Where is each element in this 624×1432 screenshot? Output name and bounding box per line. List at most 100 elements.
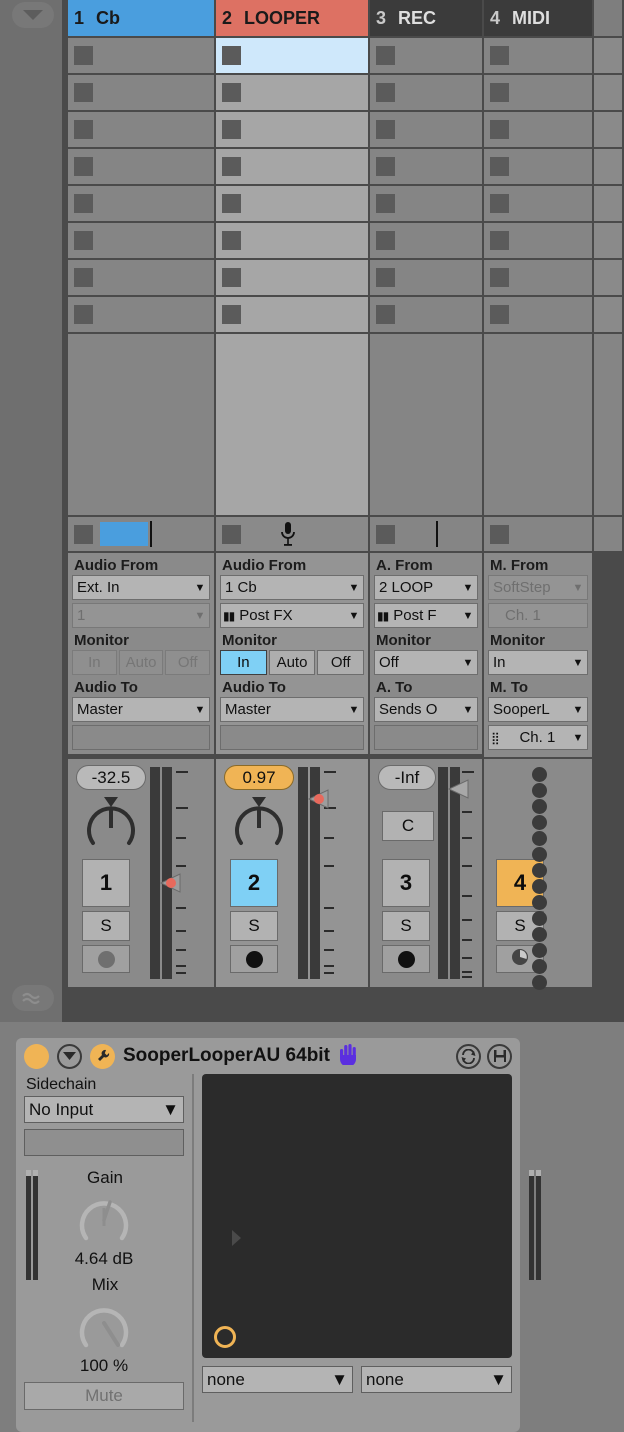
arm-button-3[interactable] bbox=[382, 945, 430, 973]
send-knob-dot[interactable] bbox=[532, 943, 547, 958]
monitor-off-button[interactable]: Off bbox=[317, 650, 365, 675]
clip-slot[interactable] bbox=[484, 186, 592, 221]
volume-display-3[interactable]: -Inf bbox=[378, 765, 436, 790]
monitor-in-button[interactable]: In bbox=[72, 650, 117, 675]
track-activator-3[interactable]: 3 bbox=[382, 859, 430, 907]
pan-knob-1[interactable] bbox=[82, 795, 140, 853]
stop-clip-button[interactable] bbox=[376, 525, 395, 544]
clip-slot[interactable] bbox=[68, 186, 214, 221]
clip-launch-button[interactable] bbox=[376, 157, 395, 176]
output-channel-chooser[interactable] bbox=[220, 725, 364, 750]
input-type-chooser[interactable]: Ext. In ▼ bbox=[72, 575, 210, 600]
clip-launch-button[interactable] bbox=[74, 157, 93, 176]
monitor-auto-button[interactable]: Auto bbox=[268, 650, 316, 675]
input-channel-chooser[interactable]: ▮▮ Post F ▼ bbox=[374, 603, 478, 628]
send-knob-dot[interactable] bbox=[532, 847, 547, 862]
clip-slot[interactable] bbox=[68, 75, 214, 110]
monitor-in-button[interactable]: In bbox=[220, 650, 267, 675]
send-knob-dot[interactable] bbox=[532, 815, 547, 830]
clip-launch-button[interactable] bbox=[74, 194, 93, 213]
clip-slot[interactable] bbox=[370, 186, 482, 221]
screen-dropdown-right[interactable]: none ▼ bbox=[361, 1366, 512, 1393]
fader-handle-2[interactable] bbox=[306, 789, 330, 814]
send-knob-dot[interactable] bbox=[532, 959, 547, 974]
fader-handle-3[interactable] bbox=[446, 779, 470, 804]
clip-slot[interactable] bbox=[594, 75, 622, 110]
sidechain-dropdown[interactable]: No Input ▼ bbox=[24, 1096, 184, 1123]
volume-fader-2[interactable] bbox=[307, 767, 340, 979]
volume-fader-3[interactable] bbox=[447, 767, 478, 979]
clip-slot[interactable] bbox=[484, 223, 592, 258]
clip-slot[interactable] bbox=[484, 297, 592, 332]
clip-slot[interactable] bbox=[68, 297, 214, 332]
clip-slot[interactable] bbox=[594, 260, 622, 295]
clip-slot[interactable] bbox=[484, 112, 592, 147]
monitor-dropdown[interactable]: In ▼ bbox=[488, 650, 588, 675]
stop-clip-button[interactable] bbox=[490, 525, 509, 544]
gain-knob[interactable] bbox=[76, 1192, 132, 1248]
send-knob-dot[interactable] bbox=[532, 799, 547, 814]
input-channel-chooser[interactable]: ▮▮ Post FX ▼ bbox=[220, 603, 364, 628]
clip-slot[interactable] bbox=[216, 186, 368, 221]
arm-button-1[interactable] bbox=[82, 945, 130, 973]
clip-launch-button[interactable] bbox=[74, 231, 93, 250]
wrench-icon[interactable] bbox=[90, 1043, 115, 1069]
send-knob-dot[interactable] bbox=[532, 911, 547, 926]
clip-launch-button[interactable] bbox=[376, 83, 395, 102]
save-preset-icon[interactable] bbox=[487, 1043, 512, 1069]
clip-slot[interactable] bbox=[370, 112, 482, 147]
clip-slot[interactable] bbox=[68, 112, 214, 147]
clip-launch-button[interactable] bbox=[222, 231, 241, 250]
clip-launch-button[interactable] bbox=[74, 46, 93, 65]
clip-launch-button[interactable] bbox=[222, 46, 241, 65]
clip-slot[interactable] bbox=[216, 149, 368, 184]
clip-launch-button[interactable] bbox=[222, 268, 241, 287]
chevron-down-icon[interactable] bbox=[57, 1043, 82, 1069]
clip-launch-button[interactable] bbox=[376, 46, 395, 65]
output-channel-chooser[interactable] bbox=[374, 725, 478, 750]
clip-slot[interactable] bbox=[484, 260, 592, 295]
clip-launch-button[interactable] bbox=[376, 231, 395, 250]
send-knob-dot[interactable] bbox=[532, 767, 547, 782]
clip-slot[interactable] bbox=[594, 186, 622, 221]
input-type-chooser[interactable]: SoftStep ▼ bbox=[488, 575, 588, 600]
solo-button-2[interactable]: S bbox=[230, 911, 278, 941]
monitor-off-button[interactable]: Off bbox=[165, 650, 211, 675]
clip-slot[interactable] bbox=[484, 149, 592, 184]
clip-launch-button[interactable] bbox=[490, 157, 509, 176]
clip-slot[interactable] bbox=[594, 38, 622, 73]
clip-launch-button[interactable] bbox=[376, 305, 395, 324]
solo-button-3[interactable]: S bbox=[382, 911, 430, 941]
fader-handle-1[interactable] bbox=[158, 873, 182, 898]
triangle-right-icon[interactable] bbox=[232, 1230, 241, 1246]
send-knob-dot[interactable] bbox=[532, 927, 547, 942]
device-screen[interactable] bbox=[202, 1074, 512, 1358]
solo-button-1[interactable]: S bbox=[82, 911, 130, 941]
clip-slot[interactable] bbox=[370, 149, 482, 184]
hot-swap-icon[interactable] bbox=[456, 1043, 481, 1069]
volume-fader-1[interactable] bbox=[159, 767, 192, 979]
clip-slot[interactable] bbox=[216, 75, 368, 110]
output-type-chooser[interactable]: Master ▼ bbox=[220, 697, 364, 722]
input-channel-chooser[interactable]: 1 ▼ bbox=[72, 603, 210, 628]
clip-slot[interactable] bbox=[484, 75, 592, 110]
clip-slot[interactable] bbox=[216, 38, 368, 73]
clip-launch-button[interactable] bbox=[222, 305, 241, 324]
power-led-icon[interactable] bbox=[24, 1043, 49, 1069]
track-header-4[interactable]: 4 MIDI bbox=[484, 0, 592, 36]
input-type-chooser[interactable]: 1 Cb ▼ bbox=[220, 575, 364, 600]
clip-slot[interactable] bbox=[594, 297, 622, 332]
clip-launch-button[interactable] bbox=[74, 268, 93, 287]
waveform-icon[interactable] bbox=[12, 985, 54, 1011]
clip-launch-button[interactable] bbox=[222, 157, 241, 176]
clip-slot[interactable] bbox=[68, 260, 214, 295]
clip-launch-button[interactable] bbox=[222, 83, 241, 102]
clip-launch-button[interactable] bbox=[490, 305, 509, 324]
monitor-auto-button[interactable]: Auto bbox=[118, 650, 164, 675]
clip-slot[interactable] bbox=[370, 260, 482, 295]
clip-slot[interactable] bbox=[216, 260, 368, 295]
clip-launch-button[interactable] bbox=[490, 231, 509, 250]
volume-display-1[interactable]: -32.5 bbox=[76, 765, 146, 790]
volume-display-2[interactable]: 0.97 bbox=[224, 765, 294, 790]
chevron-down-icon[interactable] bbox=[12, 2, 54, 28]
